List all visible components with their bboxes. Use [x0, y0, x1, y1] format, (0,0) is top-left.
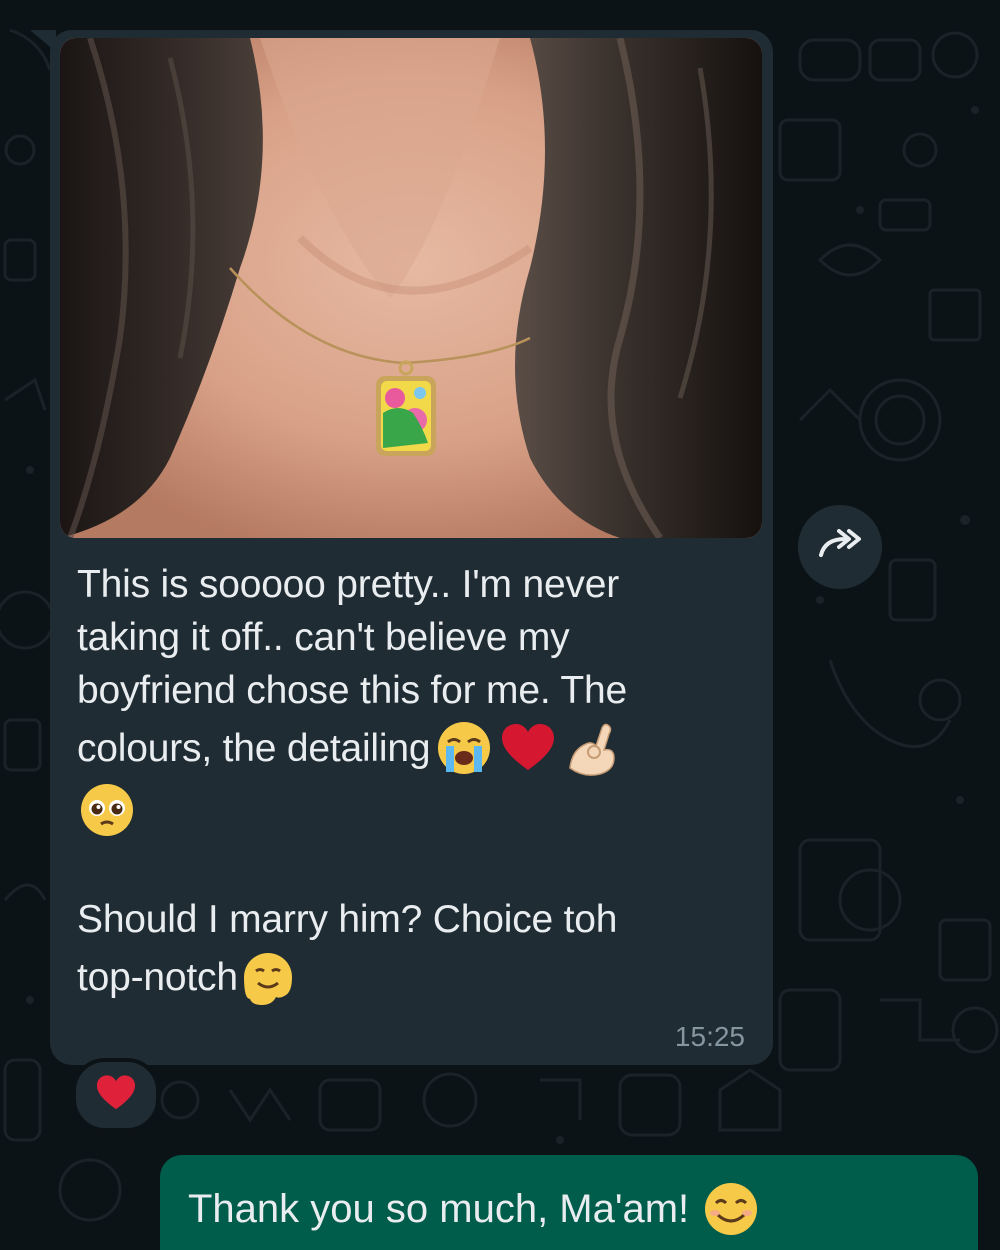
message-emoji-line [77, 779, 757, 841]
message-line: colours, the detailing [77, 726, 431, 770]
chat-screen: This is sooooo pretty.. I'm never taking… [0, 0, 1000, 1250]
message-line: This is sooooo pretty.. I'm never [77, 563, 620, 606]
message-line: Should I marry him? Choice toh [77, 898, 618, 941]
message-timestamp: 15:25 [674, 1021, 745, 1052]
incoming-message-bubble[interactable]: This is sooooo pretty.. I'm never taking… [50, 30, 773, 1065]
red-heart-emoji [94, 1071, 138, 1120]
message-line: top-notch [77, 955, 238, 999]
loudly-crying-face-emoji [434, 718, 494, 778]
incoming-message-text: This is sooooo pretty.. I'm never taking… [77, 558, 757, 1008]
forward-icon [815, 525, 865, 570]
message-line: taking it off.. can't believe my [77, 616, 570, 659]
melting-face-emoji [238, 947, 298, 1007]
outgoing-message-text: Thank you so much, Ma'am! [188, 1179, 761, 1239]
ok-hand-emoji [562, 718, 622, 778]
message-line-with-emojis: colours, the detailing [77, 717, 757, 779]
pleading-face-emoji [77, 780, 137, 840]
message-photo[interactable] [60, 38, 762, 538]
message-line: boyfriend chose this for me. The [77, 669, 627, 712]
outgoing-message-bubble[interactable]: Thank you so much, Ma'am! [160, 1155, 978, 1250]
outgoing-message-line: Thank you so much, Ma'am! [188, 1187, 690, 1231]
forward-button[interactable] [798, 505, 882, 589]
message-line-with-emojis: top-notch [77, 946, 757, 1008]
red-heart-emoji [498, 718, 558, 778]
smiling-face-emoji [701, 1179, 761, 1239]
message-reaction[interactable] [72, 1058, 160, 1132]
